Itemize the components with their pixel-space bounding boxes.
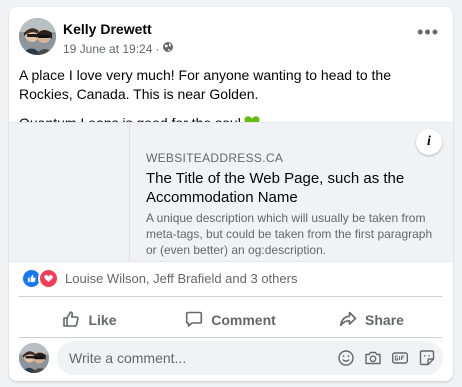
sticker-icon[interactable] [418,349,436,367]
share-label: Share [365,312,404,328]
divider-bottom [19,337,442,338]
emoji-icon[interactable] [337,349,355,367]
action-bar: Like Comment Share [19,303,442,337]
comment-composer [19,341,444,375]
author-avatar[interactable] [19,18,56,55]
reactions-summary[interactable]: Louise Wilson, Jeff Brafield and 3 other… [21,268,297,289]
globe-icon[interactable] [162,41,174,56]
post-text-line-1: A place I love very much! For anyone wan… [19,67,391,102]
like-label: Like [88,312,117,328]
commenter-avatar[interactable] [19,343,49,373]
comment-label: Comment [211,312,276,328]
link-text[interactable]: WEBSITEADDRESS.CA The Title of the Web P… [146,151,436,258]
link-title[interactable]: The Title of the Web Page, such as the A… [146,169,436,207]
link-preview[interactable]: WEBSITEADDRESS.CA The Title of the Web P… [9,122,453,262]
post-timestamp[interactable]: 19 June at 19:24 [63,42,152,56]
share-button[interactable]: Share [301,303,442,337]
link-description: A unique description which will usually … [146,211,433,257]
divider-top [19,296,442,297]
comment-icon [185,310,203,331]
camera-icon[interactable] [364,349,382,367]
gif-icon[interactable] [391,349,409,367]
comment-button[interactable]: Comment [160,303,301,337]
share-icon [339,310,357,331]
author-name[interactable]: Kelly Drewett [63,21,152,37]
thumbs-up-icon [62,310,80,331]
link-domain: WEBSITEADDRESS.CA [146,151,284,165]
reaction-names[interactable]: Louise Wilson, Jeff Brafield and 3 other… [65,271,297,286]
like-button[interactable]: Like [19,303,160,337]
post-card: Kelly Drewett 19 June at 19:24 · ••• A p… [9,7,453,381]
post-meta: 19 June at 19:24 · [63,41,174,56]
more-options-icon[interactable]: ••• [417,23,439,41]
love-reaction-icon [38,268,59,289]
link-thumbnail[interactable] [9,123,130,261]
comment-tools [337,349,436,367]
meta-separator: · [155,41,160,56]
info-icon[interactable]: i [416,129,442,155]
